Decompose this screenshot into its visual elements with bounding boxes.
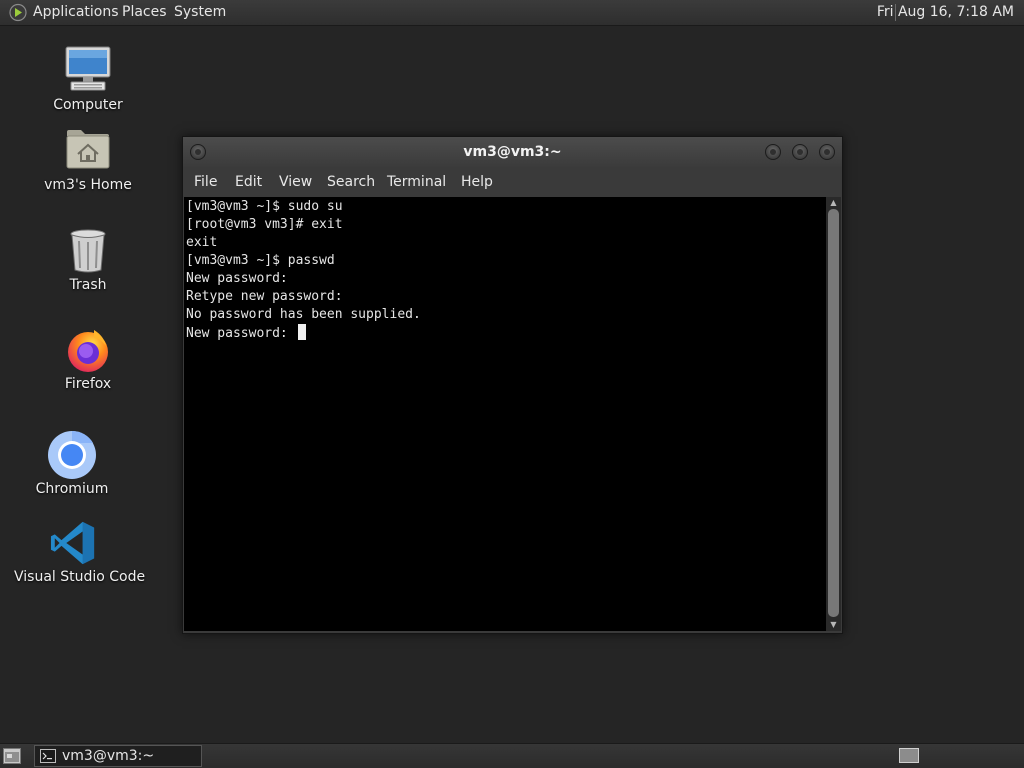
bottom-panel: vm3@vm3:~	[0, 743, 1024, 768]
taskbar-button-label: vm3@vm3:~	[62, 748, 155, 764]
firefox-icon	[68, 330, 108, 372]
menu-file[interactable]: File	[194, 167, 217, 197]
scroll-up-arrow-icon[interactable]: ▲	[826, 197, 841, 209]
home-folder-icon	[66, 130, 110, 169]
minimize-button[interactable]	[765, 144, 781, 160]
terminal-line: Retype new password:	[186, 289, 343, 304]
desktop-icon-label: Trash	[69, 277, 107, 293]
window-titlebar[interactable]: vm3@vm3:~	[183, 137, 842, 167]
menu-terminal[interactable]: Terminal	[387, 167, 446, 197]
menu-view[interactable]: View	[279, 167, 312, 197]
show-desktop-icon[interactable]	[3, 748, 21, 764]
terminal-window[interactable]: vm3@vm3:~ File Edit View Search Terminal…	[182, 136, 843, 634]
desktop-icon-trash[interactable]: Trash	[48, 228, 128, 296]
desktop-icon-chromium[interactable]: Chromium	[32, 430, 112, 500]
menu-help[interactable]: Help	[461, 167, 493, 197]
vscode-icon	[50, 521, 95, 565]
desktop-icon-label: Visual Studio Code	[14, 569, 146, 585]
terminal-output[interactable]: [vm3@vm3 ~]$ sudo su [root@vm3 vm3]# exi…	[184, 197, 826, 631]
terminal-prompt-text: New password:	[186, 326, 296, 341]
top-panel: Applications Places System Fri Aug 16, 7…	[0, 0, 1024, 26]
desktop-icon-label: Chromium	[35, 481, 109, 497]
desktop-icon-label: vm3's Home	[44, 177, 132, 193]
maximize-button[interactable]	[792, 144, 808, 160]
terminal-line: No password has been supplied.	[186, 307, 421, 322]
terminal-icon	[40, 749, 56, 763]
terminal-line: [root@vm3 vm3]# exit	[186, 217, 343, 232]
places-menu[interactable]: Places	[122, 0, 167, 25]
close-button[interactable]	[819, 144, 835, 160]
terminal-line: [vm3@vm3 ~]$ sudo su	[186, 199, 343, 214]
clock[interactable]: Fri Aug 16, 7:18 AM	[877, 0, 1014, 25]
terminal-line: [vm3@vm3 ~]$ passwd	[186, 253, 335, 268]
trash-icon	[70, 229, 106, 273]
text-cursor	[297, 324, 306, 340]
terminal-menubar: File Edit View Search Terminal Help	[183, 167, 842, 197]
vertical-scrollbar[interactable]: ▲ ▼	[826, 197, 841, 631]
desktop-icon-label: Computer	[53, 97, 123, 113]
chromium-icon	[48, 430, 96, 479]
menu-search[interactable]: Search	[327, 167, 375, 197]
window-title: vm3@vm3:~	[463, 144, 562, 160]
scrollbar-thumb[interactable]	[828, 209, 839, 617]
menu-edit[interactable]: Edit	[235, 167, 262, 197]
desktop: Applications Places System Fri Aug 16, 7…	[0, 0, 1024, 768]
system-menu[interactable]: System	[174, 0, 226, 25]
workspace-switcher[interactable]	[899, 748, 919, 763]
terminal-prompt-line: New password:	[186, 324, 826, 342]
desktop-icon-vscode[interactable]: Visual Studio Code	[14, 518, 146, 588]
terminal-line: New password:	[186, 271, 288, 286]
scroll-down-arrow-icon[interactable]: ▼	[826, 619, 841, 631]
computer-icon	[65, 46, 111, 91]
desktop-icon-home[interactable]: vm3's Home	[38, 126, 138, 196]
desktop-icon-firefox[interactable]: Firefox	[48, 326, 128, 396]
applications-menu-icon[interactable]	[8, 3, 28, 22]
desktop-icon-label: Firefox	[64, 376, 112, 392]
taskbar-button-terminal[interactable]: vm3@vm3:~	[34, 745, 202, 767]
applications-menu[interactable]: Applications	[33, 0, 119, 25]
terminal-line: exit	[186, 235, 218, 250]
desktop-icon-computer[interactable]: Computer	[48, 44, 128, 116]
